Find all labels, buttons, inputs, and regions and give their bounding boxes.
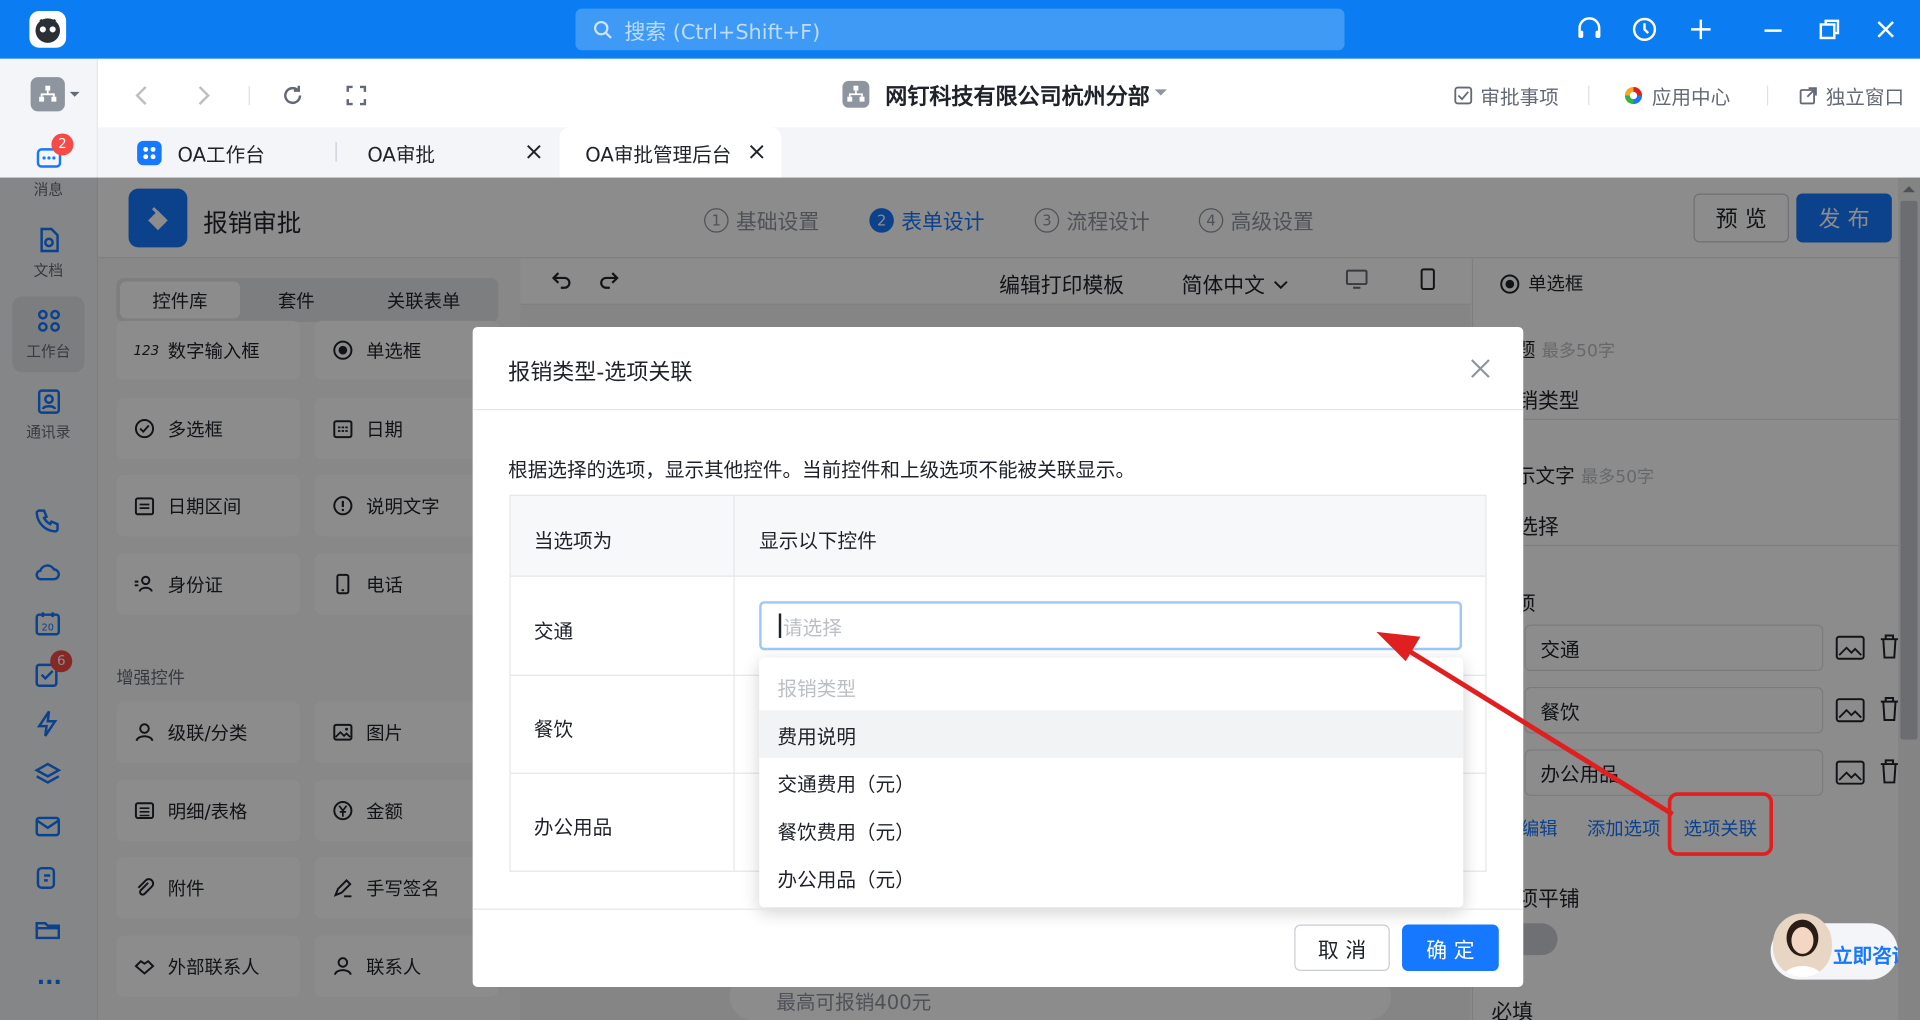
annotation-arrow [1376,631,1674,817]
